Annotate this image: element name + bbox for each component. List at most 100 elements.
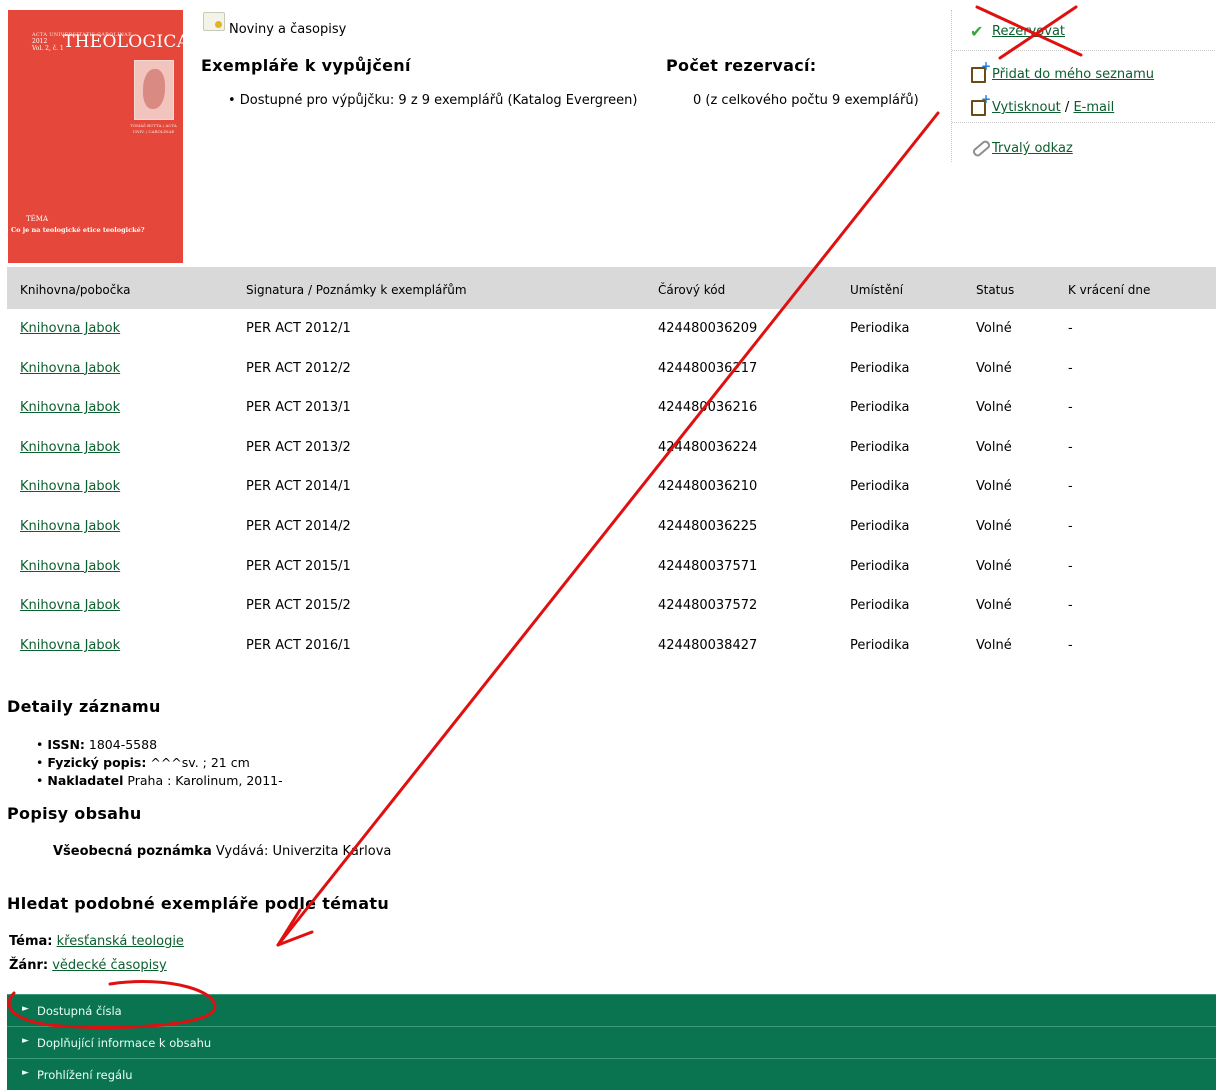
genre-line: Žánr: vědecké časopisy	[9, 958, 167, 973]
location: Periodika	[850, 558, 910, 574]
barcode: 424480036224	[658, 439, 758, 455]
library-link[interactable]: Knihovna Jabok	[20, 321, 120, 336]
column-header-barcode: Čárový kód	[658, 283, 726, 297]
call-number: PER ACT 2015/2	[246, 598, 351, 614]
table-row: Knihovna Jabok PER ACT 2014/2 4244800362…	[7, 507, 1216, 547]
holds-title: Počet rezervací:	[666, 56, 817, 75]
column-header-library: Knihovna/pobočka	[20, 283, 131, 297]
content-heading: Popisy obsahu	[7, 804, 142, 823]
book-cover-image: ACTA UNIVERSITATIS CAROLINAE 2012 Vol. 2,…	[8, 10, 183, 263]
library-link[interactable]: Knihovna Jabok	[20, 361, 120, 376]
topic-link[interactable]: křesťanská teologie	[57, 934, 184, 949]
call-number: PER ACT 2012/2	[246, 360, 351, 376]
status: Volné	[976, 400, 1012, 416]
cover-tema-question: Co je na teologické etice teologické?	[11, 226, 145, 234]
location: Periodika	[850, 479, 910, 495]
library-link[interactable]: Knihovna Jabok	[20, 400, 120, 415]
location: Periodika	[850, 598, 910, 614]
location: Periodika	[850, 518, 910, 534]
due-date: -	[1068, 518, 1073, 534]
call-number: PER ACT 2016/1	[246, 637, 351, 653]
barcode: 424480036209	[658, 321, 758, 336]
table-row: Knihovna Jabok PER ACT 2012/1 4244800362…	[7, 309, 1216, 349]
table-header: Knihovna/pobočka Signatura / Poznámky k …	[7, 267, 1216, 309]
library-link[interactable]: Knihovna Jabok	[20, 598, 120, 613]
due-date: -	[1068, 558, 1073, 574]
column-header-status: Status	[976, 283, 1015, 297]
email-link[interactable]: E-mail	[1073, 100, 1114, 115]
add-to-list-action[interactable]: Přidat do mého seznamu	[970, 59, 1154, 83]
barcode: 424480037571	[658, 558, 758, 574]
library-link[interactable]: Knihovna Jabok	[20, 440, 120, 455]
format-label: Noviny a časopisy	[229, 22, 347, 37]
barcode: 424480036217	[658, 360, 758, 376]
library-link[interactable]: Knihovna Jabok	[20, 519, 120, 534]
table-row: Knihovna Jabok PER ACT 2015/2 4244800375…	[7, 586, 1216, 626]
library-link[interactable]: Knihovna Jabok	[20, 479, 120, 494]
clipboard-add-icon	[970, 59, 991, 83]
status: Volné	[976, 479, 1012, 495]
status: Volné	[976, 598, 1012, 614]
available-issues-toggle[interactable]: Dostupná čísla	[7, 994, 1216, 1026]
record-actions-panel: ✔ Rezervovat Přidat do mého seznamu Vytis…	[951, 10, 1216, 162]
call-number: PER ACT 2012/1	[246, 321, 351, 336]
topic-line: Téma: křesťanská teologie	[9, 934, 184, 949]
holds-count: 0 (z celkového počtu 9 exemplářů)	[693, 93, 919, 108]
chain-link-icon	[970, 138, 988, 154]
additional-content-info-toggle[interactable]: Doplňující informace k obsahu	[7, 1026, 1216, 1058]
location: Periodika	[850, 637, 910, 653]
library-link[interactable]: Knihovna Jabok	[20, 559, 120, 574]
physical-description-item: Fyzický popis: ^^^sv. ; 21 cm	[36, 754, 283, 772]
table-row: Knihovna Jabok PER ACT 2016/1 4244800384…	[7, 626, 1216, 666]
barcode: 424480036210	[658, 479, 758, 495]
cover-pelican-art	[134, 60, 174, 120]
permalink-action[interactable]: Trvalý odkaz	[970, 138, 1073, 156]
checkmark-icon: ✔	[970, 22, 984, 41]
due-date: -	[1068, 637, 1073, 653]
reserve-link[interactable]: Rezervovat	[992, 24, 1065, 39]
clipboard-add-icon	[970, 92, 991, 116]
status: Volné	[976, 637, 1012, 653]
due-date: -	[1068, 598, 1073, 614]
table-row: Knihovna Jabok PER ACT 2013/2 4244800362…	[7, 428, 1216, 468]
location: Periodika	[850, 400, 910, 416]
genre-link[interactable]: vědecké časopisy	[52, 958, 166, 973]
due-date: -	[1068, 321, 1073, 336]
print-email-action: Vytisknout / E-mail	[970, 92, 1114, 116]
status: Volné	[976, 439, 1012, 455]
table-row: Knihovna Jabok PER ACT 2015/1 4244800375…	[7, 547, 1216, 587]
due-date: -	[1068, 479, 1073, 495]
add-to-list-link[interactable]: Přidat do mého seznamu	[992, 67, 1154, 82]
holdings-title: Exempláře k vypůjčení	[201, 56, 411, 75]
barcode: 424480036225	[658, 518, 758, 534]
table-row: Knihovna Jabok PER ACT 2014/1 4244800362…	[7, 467, 1216, 507]
permalink-link[interactable]: Trvalý odkaz	[992, 141, 1073, 156]
details-list: ISSN: 1804-5588 Fyzický popis: ^^^sv. ; …	[36, 736, 283, 790]
newspaper-icon	[203, 12, 225, 31]
reserve-action[interactable]: ✔ Rezervovat	[970, 22, 1065, 41]
due-date: -	[1068, 360, 1073, 376]
library-link[interactable]: Knihovna Jabok	[20, 638, 120, 653]
cover-meta: TOMÁŠ BUTTA / ACTA UNIV. / CAROLINAE	[130, 123, 177, 134]
print-link[interactable]: Vytisknout	[992, 100, 1061, 115]
barcode: 424480036216	[658, 400, 758, 416]
table-row: Knihovna Jabok PER ACT 2012/2 4244800362…	[7, 349, 1216, 389]
cover-tema-label: TÉMA	[26, 215, 49, 223]
similar-items-heading: Hledat podobné exempláře podle tématu	[7, 894, 390, 913]
barcode: 424480037572	[658, 598, 758, 614]
action-separator: /	[1064, 100, 1070, 115]
shelf-browser-toggle[interactable]: Prohlížení regálu	[7, 1058, 1216, 1090]
details-heading: Detaily záznamu	[7, 697, 161, 716]
location: Periodika	[850, 439, 910, 455]
publisher-item: Nakladatel Praha : Karolinum, 2011-	[36, 772, 282, 790]
due-date: -	[1068, 439, 1073, 455]
status: Volné	[976, 558, 1012, 574]
holdings-availability: • Dostupné pro výpůjčku: 9 z 9 exemplářů…	[228, 93, 638, 108]
column-header-due-date: K vrácení dne	[1068, 283, 1151, 297]
call-number: PER ACT 2014/2	[246, 518, 351, 534]
copies-table: Knihovna/pobočka Signatura / Poznámky k …	[7, 267, 1216, 665]
column-header-call-number: Signatura / Poznámky k exemplářům	[246, 283, 467, 297]
call-number: PER ACT 2013/2	[246, 439, 351, 455]
call-number: PER ACT 2014/1	[246, 479, 351, 495]
cover-year: 2012 Vol. 2, č. 1	[32, 38, 64, 52]
